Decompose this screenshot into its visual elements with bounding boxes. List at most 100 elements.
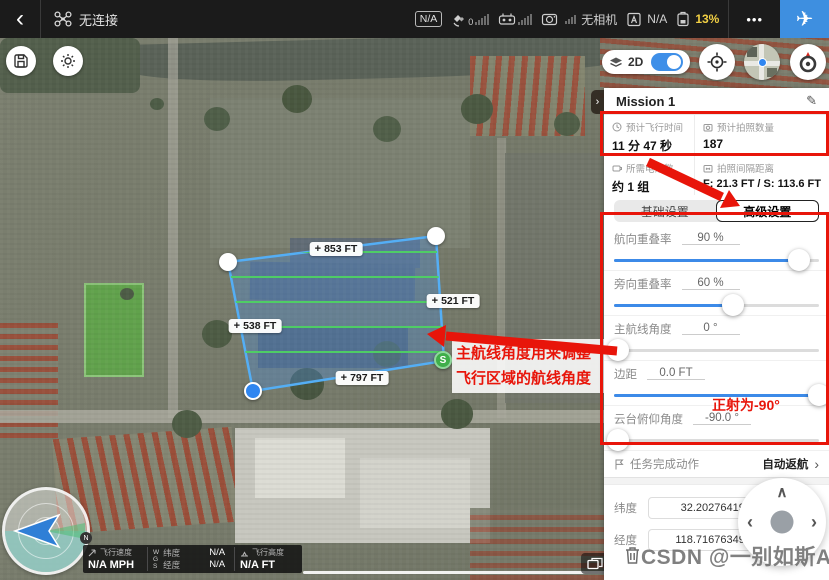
edit-mission-name-button[interactable]: ✎ (806, 93, 817, 109)
map-mode-pill: 2D (602, 50, 690, 74)
compass-needles (5, 490, 87, 572)
gimbal-pitch-slider[interactable] (614, 429, 819, 451)
more-menu-button[interactable]: ••• (738, 12, 771, 27)
setting-label: 主航线角度 (614, 321, 672, 337)
minimap-block (747, 47, 757, 57)
locate-me-button[interactable] (699, 44, 735, 80)
setting-label: 云台俯仰角度 (614, 411, 683, 427)
map-white-building-2 (360, 458, 470, 528)
picture-in-picture-icon (587, 557, 603, 570)
edge-length-top: + 853 FT (310, 242, 363, 256)
slider-thumb[interactable] (788, 249, 810, 271)
setting-label: 边距 (614, 366, 637, 382)
compass-reset-button[interactable] (790, 44, 826, 80)
annotation-gimbal-note: 正射为-90° (712, 395, 780, 415)
start-point-label: S (440, 355, 447, 366)
tab-basic-settings[interactable]: 基础设置 (614, 200, 716, 222)
panel-collapse-handle[interactable]: › (591, 90, 604, 114)
mission-title: Mission 1 (616, 94, 675, 109)
save-mission-button[interactable] (6, 46, 36, 76)
map-road-vertical-left (168, 38, 178, 418)
map-white-building-1 (255, 438, 345, 498)
map-mode-toggle[interactable] (651, 53, 683, 71)
stat-label: 拍照间隔距离 (717, 161, 774, 175)
mission-stats: 预计飞行时间 11 分 47 秒 预计拍照数量 187 所需电池数 约 1 组 (604, 115, 829, 195)
vertex-handle-bottomleft-selected[interactable] (244, 382, 262, 400)
annotation-tooltip-line1: 主航线角度用来调整 (456, 341, 600, 366)
edge-length-top-value: 853 FT (324, 243, 357, 255)
vertex-handle-topleft[interactable] (219, 253, 237, 271)
edge-length-bottom-value: 797 FT (350, 372, 383, 384)
advanced-settings-list: 航向重叠率 90 % 旁向重叠率 60 % 主航线角度 0 ° (604, 226, 829, 451)
stat-label: 预计飞行时间 (626, 120, 683, 134)
toggle-knob (667, 55, 681, 69)
battery-icon (676, 11, 690, 27)
telemetry-lng-value: N/A (209, 559, 225, 571)
chevron-right-icon: › (596, 96, 600, 108)
side-overlap-slider[interactable] (614, 294, 819, 316)
course-overlap-slider[interactable] (614, 249, 819, 271)
battery-percent: 13% (695, 12, 719, 26)
setting-value-field[interactable]: 0.0 FT (647, 367, 705, 380)
flight-mode-value: N/A (647, 12, 667, 26)
start-point-marker[interactable]: S (434, 351, 452, 369)
stat-battery-count: 所需电池数 约 1 组 (604, 155, 694, 195)
nudge-up-button[interactable]: ∧ (777, 485, 788, 500)
stat-value: 187 (703, 137, 821, 151)
camera-status-text: 无相机 (581, 11, 617, 28)
setting-value-field[interactable]: 90 % (682, 232, 740, 245)
compass-north-badge: N (80, 532, 92, 544)
slider-thumb[interactable] (808, 384, 829, 406)
flag-icon (614, 459, 624, 470)
setting-value-field[interactable]: 0 ° (682, 322, 740, 335)
telemetry-speed: 飞行速度 N/A MPH (83, 545, 147, 573)
vertex-handle-topright[interactable] (427, 227, 445, 245)
connection-status: 无连接 (54, 10, 118, 29)
setting-course-overlap: 航向重叠率 90 % (604, 226, 829, 271)
route-angle-slider[interactable] (614, 339, 819, 361)
telemetry-lat-label: 纬度 (163, 547, 180, 559)
connection-status-text: 无连接 (79, 10, 118, 29)
setting-value-field[interactable]: 60 % (682, 277, 740, 290)
finish-action-label: 任务完成动作 (630, 456, 699, 472)
map-campus-block (210, 98, 470, 248)
tab-advanced-settings[interactable]: 高级设置 (716, 200, 820, 222)
settings-button[interactable] (53, 46, 83, 76)
flight-mode-status: N/A (626, 12, 667, 27)
takeoff-plane-icon: ✈ (796, 7, 814, 32)
annotation-tooltip: 主航线角度用来调整 飞行区域的航线角度 (452, 339, 604, 393)
battery-pack-icon (612, 163, 622, 173)
stat-label: 所需电池数 (626, 161, 674, 175)
altitude-icon (240, 549, 249, 557)
slider-thumb[interactable] (607, 429, 629, 451)
map-mode-label: 2D (628, 55, 643, 69)
nudge-left-button[interactable]: ‹ (747, 513, 753, 531)
finish-action-row[interactable]: 任务完成动作 自动返航 › (604, 451, 829, 477)
slider-thumb[interactable] (722, 294, 744, 316)
setting-label: 航向重叠率 (614, 231, 672, 247)
mission-panel: › Mission 1 ✎ 预计飞行时间 11 分 47 秒 预计拍照数量 18… (604, 88, 829, 580)
stat-photo-count: 预计拍照数量 187 (694, 115, 829, 155)
settings-tabs: 基础设置 高级设置 (614, 200, 819, 222)
trash-icon (624, 545, 641, 565)
plus-icon: + (432, 295, 438, 307)
latitude-label: 纬度 (614, 500, 640, 516)
speed-label: 飞行速度 (100, 547, 132, 558)
mission-header: Mission 1 ✎ (604, 88, 829, 115)
interval-icon (703, 164, 713, 173)
stat-photo-interval: 拍照间隔距离 F: 21.3 FT / S: 113.6 FT (694, 155, 829, 195)
nudge-right-button[interactable]: › (811, 513, 817, 531)
edge-length-right-value: 521 FT (441, 295, 474, 307)
slider-thumb[interactable] (607, 339, 629, 361)
setting-route-angle: 主航线角度 0 ° (604, 316, 829, 361)
clock-icon (612, 122, 622, 132)
back-button[interactable]: ‹ (0, 0, 40, 38)
wgs-label: W G S (153, 549, 159, 573)
setting-side-overlap: 旁向重叠率 60 % (604, 271, 829, 316)
minimap-button[interactable] (744, 44, 780, 80)
app-screen: + 853 FT + 521 FT + 538 FT + 797 FT S 主航… (0, 0, 829, 580)
takeoff-button[interactable]: ✈ (780, 0, 829, 38)
minimap-location-dot (758, 58, 767, 67)
attitude-compass (2, 487, 90, 575)
nudge-center-button[interactable] (771, 511, 794, 534)
